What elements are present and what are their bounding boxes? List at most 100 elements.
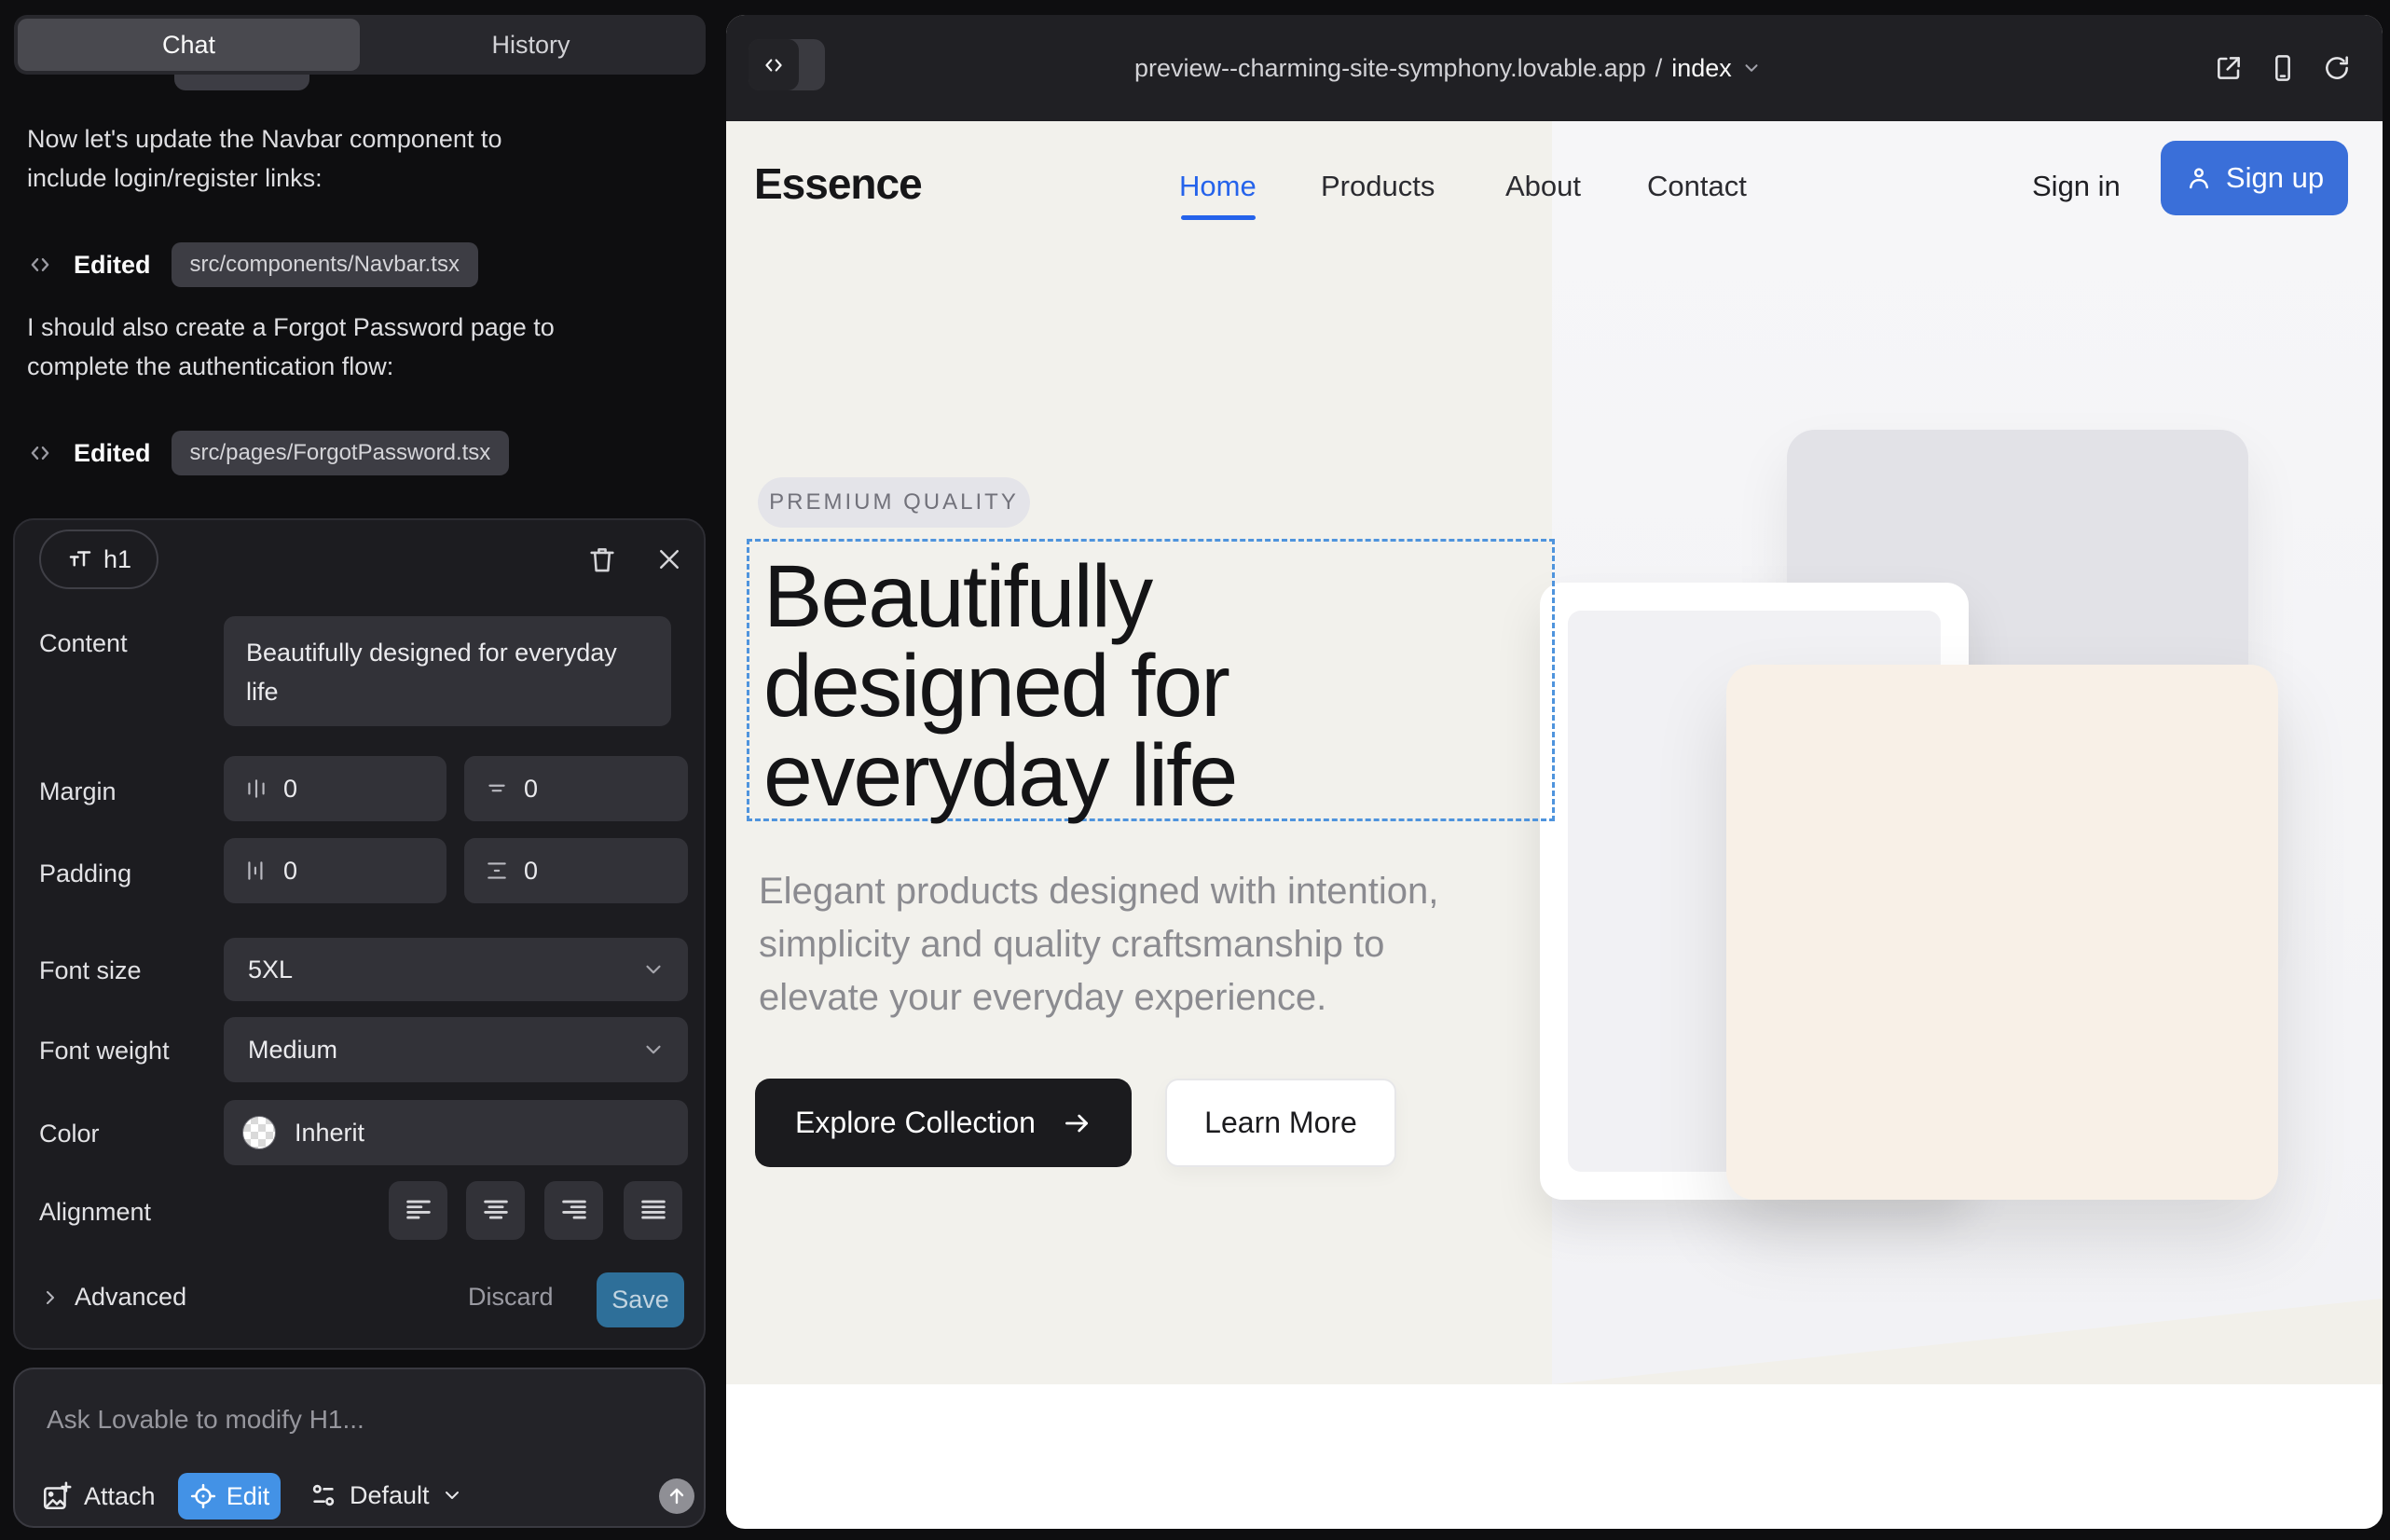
padding-horizontal-icon: [244, 859, 268, 883]
site-logo[interactable]: Essence: [754, 158, 922, 209]
nav-link-about[interactable]: About: [1505, 170, 1581, 203]
arrow-right-icon: [1062, 1108, 1092, 1138]
content-input[interactable]: Beautifully designed for everyday life: [224, 616, 671, 726]
url-breadcrumb[interactable]: preview--charming-site-symphony.lovable.…: [1134, 15, 1762, 121]
nav-link-contact[interactable]: Contact: [1647, 170, 1747, 203]
user-icon: [2185, 164, 2213, 192]
sign-up-label: Sign up: [2226, 161, 2324, 195]
font-weight-label: Font weight: [39, 1037, 170, 1066]
mode-value: Default: [350, 1481, 430, 1510]
margin-y-input[interactable]: 0: [464, 756, 688, 821]
hero-badge: PREMIUM QUALITY: [758, 477, 1030, 528]
margin-vertical-icon: [485, 777, 509, 801]
advanced-toggle[interactable]: Advanced: [39, 1283, 186, 1312]
preview-window: preview--charming-site-symphony.lovable.…: [726, 15, 2383, 1529]
refresh-button[interactable]: [2322, 53, 2352, 83]
heading-line: Beautifully: [763, 552, 1236, 641]
refresh-icon: [2322, 53, 2352, 83]
sliders-icon: [309, 1480, 338, 1510]
discard-button[interactable]: Discard: [468, 1283, 554, 1312]
font-size-value: 5XL: [248, 956, 293, 984]
attach-button[interactable]: Attach: [41, 1480, 156, 1512]
heading-line: designed for: [763, 641, 1236, 731]
delete-element-button[interactable]: [582, 539, 623, 580]
tab-history[interactable]: History: [360, 19, 702, 71]
scrolled-chip-partial: [174, 75, 309, 90]
mobile-view-button[interactable]: [2268, 53, 2298, 83]
margin-horizontal-icon: [244, 777, 268, 801]
content-label: Content: [39, 629, 128, 658]
chevron-right-icon: [39, 1286, 62, 1309]
url-separator: /: [1655, 54, 1663, 83]
padding-y-value: 0: [524, 857, 538, 886]
sign-up-button[interactable]: Sign up: [2161, 141, 2348, 215]
selected-element-badge[interactable]: h1: [39, 529, 158, 589]
external-link-icon: [2214, 53, 2244, 83]
close-editor-button[interactable]: [649, 539, 690, 580]
trash-icon: [586, 543, 618, 575]
heading-line: everyday life: [763, 731, 1236, 820]
align-center-icon: [480, 1195, 512, 1227]
padding-x-input[interactable]: 0: [224, 838, 446, 903]
margin-label: Margin: [39, 777, 117, 806]
target-icon: [189, 1482, 217, 1510]
mode-select[interactable]: Default: [309, 1480, 463, 1510]
learn-more-button[interactable]: Learn More: [1165, 1079, 1396, 1167]
composer-input[interactable]: Ask Lovable to modify H1...: [47, 1405, 364, 1435]
edited-file-row: Edited src/pages/ForgotPassword.tsx: [27, 427, 509, 479]
hero-heading-selected[interactable]: Beautifully designed for everyday life: [763, 552, 1236, 820]
padding-x-value: 0: [283, 857, 297, 886]
color-label: Color: [39, 1120, 100, 1148]
padding-y-input[interactable]: 0: [464, 838, 688, 903]
color-select[interactable]: Inherit: [224, 1100, 688, 1165]
align-left-icon: [403, 1195, 434, 1227]
sign-in-link[interactable]: Sign in: [2032, 170, 2121, 203]
preview-toolbar: preview--charming-site-symphony.lovable.…: [726, 15, 2383, 121]
explore-collection-button[interactable]: Explore Collection: [755, 1079, 1132, 1167]
file-chip[interactable]: src/pages/ForgotPassword.tsx: [172, 431, 510, 475]
chat-message: I should also create a Forgot Password p…: [27, 308, 633, 386]
align-justify-button[interactable]: [624, 1181, 682, 1240]
code-view-button[interactable]: [749, 39, 799, 90]
nav-active-underline: [1181, 215, 1256, 220]
alignment-label: Alignment: [39, 1198, 151, 1227]
nav-link-home[interactable]: Home: [1179, 170, 1257, 203]
padding-label: Padding: [39, 859, 131, 888]
edited-file-row: Edited src/components/Navbar.tsx: [27, 239, 478, 291]
align-right-button[interactable]: [544, 1181, 603, 1240]
chat-message: Now let's update the Navbar component to…: [27, 119, 586, 198]
send-button[interactable]: [659, 1478, 694, 1514]
color-value: Inherit: [295, 1119, 364, 1148]
save-button[interactable]: Save: [597, 1272, 684, 1327]
align-right-icon: [558, 1195, 590, 1227]
open-external-button[interactable]: [2214, 53, 2244, 83]
text-size-icon: [66, 545, 94, 573]
font-weight-select[interactable]: Medium: [224, 1017, 688, 1082]
margin-x-value: 0: [283, 775, 297, 804]
align-left-button[interactable]: [389, 1181, 447, 1240]
edited-label: Edited: [74, 251, 151, 280]
nav-link-products[interactable]: Products: [1321, 170, 1435, 203]
edit-label: Edit: [227, 1482, 270, 1511]
code-preview-toggle[interactable]: [749, 39, 825, 90]
decor-beige-square: [1726, 665, 2278, 1200]
code-icon: [27, 440, 53, 466]
close-icon: [655, 545, 683, 573]
chat-composer: Ask Lovable to modify H1... Attach Edit …: [13, 1368, 706, 1528]
chevron-down-icon: [441, 1484, 463, 1506]
element-editor-panel: h1 Content Beautifully designed for ever…: [13, 518, 706, 1350]
margin-x-input[interactable]: 0: [224, 756, 446, 821]
font-size-select[interactable]: 5XL: [224, 938, 688, 1001]
edit-mode-button[interactable]: Edit: [178, 1473, 281, 1519]
chevron-down-icon: [641, 957, 666, 982]
align-center-button[interactable]: [466, 1181, 525, 1240]
margin-y-value: 0: [524, 775, 538, 804]
font-weight-value: Medium: [248, 1036, 337, 1065]
font-size-label: Font size: [39, 956, 142, 985]
element-tag-label: h1: [103, 545, 131, 574]
smartphone-icon: [2268, 53, 2298, 83]
tab-chat[interactable]: Chat: [18, 19, 360, 71]
file-chip[interactable]: src/components/Navbar.tsx: [172, 242, 478, 287]
advanced-label: Advanced: [75, 1283, 186, 1312]
url-page: index: [1671, 54, 1732, 83]
